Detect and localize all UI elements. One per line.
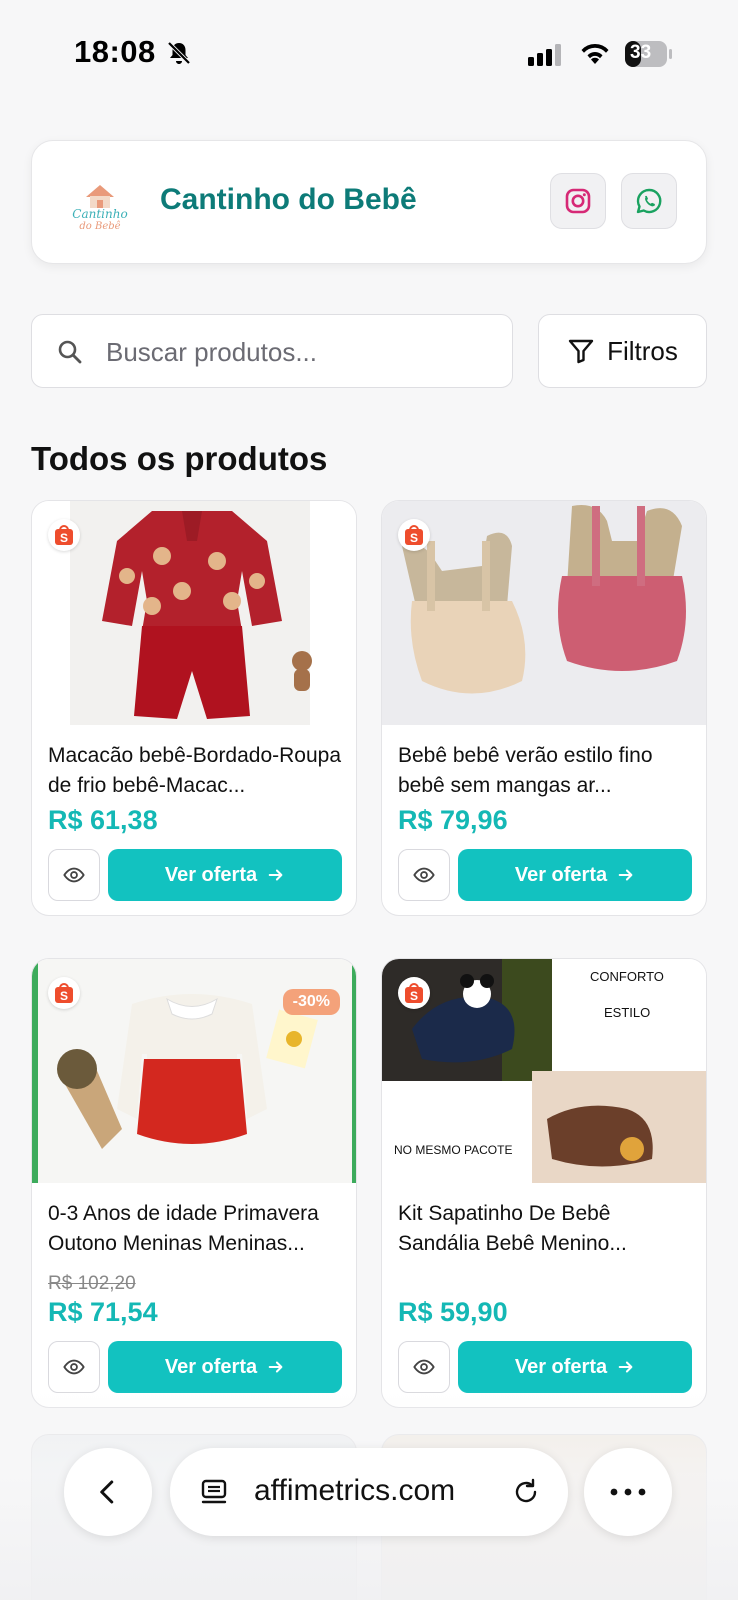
store-header: Cantinho do Bebê Cantinho do Bebê xyxy=(31,140,707,264)
product-title[interactable]: Bebê bebê verão estilo fino bebê sem man… xyxy=(398,741,694,801)
eye-icon xyxy=(413,1359,435,1375)
quick-view-button[interactable] xyxy=(398,849,450,901)
image-text-bottom: NO MESMO PACOTE xyxy=(394,1143,513,1157)
svg-text:S: S xyxy=(410,989,418,1003)
shopee-badge-icon: S xyxy=(398,977,430,1009)
search-icon xyxy=(58,340,82,364)
filters-button[interactable]: Filtros xyxy=(538,314,707,388)
search-box[interactable] xyxy=(31,314,513,388)
store-logo: Cantinho do Bebê xyxy=(66,169,134,237)
product-image[interactable] xyxy=(32,501,356,725)
arrow-right-icon xyxy=(268,1361,283,1373)
view-offer-button[interactable]: Ver oferta xyxy=(458,849,692,901)
image-text-top1: CONFORTO xyxy=(590,969,664,984)
more-button[interactable] xyxy=(584,1448,672,1536)
quick-view-button[interactable] xyxy=(398,1341,450,1393)
wifi-icon xyxy=(581,43,609,64)
product-title[interactable]: Kit Sapatinho De Bebê Sandália Bebê Meni… xyxy=(398,1199,694,1259)
signal-icon xyxy=(528,44,561,66)
shopee-badge-icon: S xyxy=(48,977,80,1009)
product-title[interactable]: Macacão bebê-Bordado-Roupa de frio bebê-… xyxy=(48,741,344,801)
product-price: R$ 61,38 xyxy=(48,805,158,835)
tabs-icon xyxy=(201,1479,227,1504)
view-offer-label: Ver oferta xyxy=(514,863,608,886)
product-card[interactable]: CONFORTO ESTILO NO MESMO PACOTE S Kit Sa… xyxy=(381,958,707,1408)
view-offer-button[interactable]: Ver oferta xyxy=(458,1341,692,1393)
product-price: R$ 59,90 xyxy=(398,1297,508,1327)
battery-level: 33 xyxy=(630,42,652,63)
address-bar[interactable]: affimetrics.com xyxy=(170,1448,568,1536)
product-card[interactable]: S Macacão bebê-Bordado-Roupa de frio beb… xyxy=(31,500,357,916)
arrow-right-icon xyxy=(618,869,633,881)
product-title[interactable]: 0-3 Anos de idade Primavera Outono Menin… xyxy=(48,1199,344,1259)
url-text[interactable]: affimetrics.com xyxy=(254,1474,455,1508)
quick-view-button[interactable] xyxy=(48,1341,100,1393)
eye-icon xyxy=(413,867,435,883)
reload-icon[interactable] xyxy=(510,1476,542,1508)
image-text-top2: ESTILO xyxy=(604,1005,651,1020)
bell-muted-icon xyxy=(167,41,191,65)
view-offer-label: Ver oferta xyxy=(514,1355,608,1378)
product-image[interactable] xyxy=(382,501,706,725)
filters-label: Filtros xyxy=(607,335,678,366)
battery-icon: 33 xyxy=(624,40,674,68)
instagram-icon xyxy=(565,188,591,214)
more-dots-icon xyxy=(610,1488,646,1496)
arrow-right-icon xyxy=(618,1361,633,1373)
logo-text-2: do Bebê xyxy=(79,221,121,232)
view-offer-button[interactable]: Ver oferta xyxy=(108,849,342,901)
svg-text:S: S xyxy=(410,531,418,545)
filter-icon xyxy=(568,339,594,364)
whatsapp-icon xyxy=(636,188,662,214)
status-time: 18:08 xyxy=(74,34,156,69)
quick-view-button[interactable] xyxy=(48,849,100,901)
eye-icon xyxy=(63,867,85,883)
logo-text-1: Cantinho xyxy=(72,207,128,221)
view-offer-label: Ver oferta xyxy=(164,863,258,886)
product-price: R$ 79,96 xyxy=(398,805,508,835)
whatsapp-button[interactable] xyxy=(621,173,677,229)
product-card[interactable]: S Bebê bebê verão estilo fino bebê sem m… xyxy=(381,500,707,916)
svg-text:S: S xyxy=(60,531,68,545)
product-price: R$ 71,54 xyxy=(48,1297,158,1327)
discount-badge: -30% xyxy=(282,989,340,1015)
product-image[interactable]: CONFORTO ESTILO NO MESMO PACOTE xyxy=(382,959,706,1183)
shopee-badge-icon: S xyxy=(398,519,430,551)
svg-text:S: S xyxy=(60,989,68,1003)
chevron-left-icon xyxy=(100,1480,114,1504)
product-card[interactable]: S -30% 0-3 Anos de idade Primavera Outon… xyxy=(31,958,357,1408)
section-title: Todos os produtos xyxy=(31,440,328,477)
search-input[interactable] xyxy=(106,329,496,375)
brand-name: Cantinho do Bebê xyxy=(160,183,417,216)
shopee-badge-icon: S xyxy=(48,519,80,551)
view-offer-button[interactable]: Ver oferta xyxy=(108,1341,342,1393)
instagram-button[interactable] xyxy=(550,173,606,229)
eye-icon xyxy=(63,1359,85,1375)
back-button[interactable] xyxy=(64,1448,152,1536)
arrow-right-icon xyxy=(268,869,283,881)
status-bar: 18:08 33 xyxy=(0,0,738,110)
product-old-price: R$ 102,20 xyxy=(48,1273,136,1294)
view-offer-label: Ver oferta xyxy=(164,1355,258,1378)
